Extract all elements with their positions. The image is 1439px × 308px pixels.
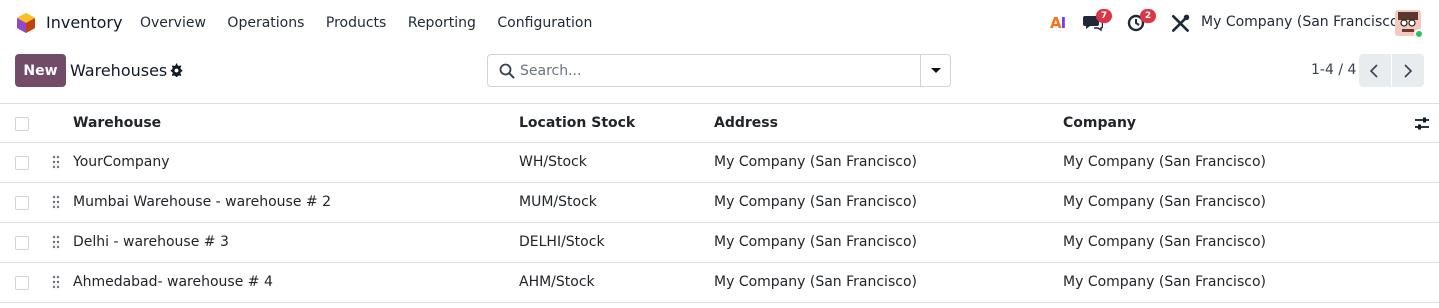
pager-next-button[interactable] — [1392, 54, 1424, 87]
cell-address: My Company (San Francisco) — [714, 274, 917, 290]
cell-location-stock: MUM/Stock — [519, 194, 597, 210]
cell-address: My Company (San Francisco) — [714, 234, 917, 250]
row-checkbox[interactable] — [15, 236, 29, 250]
drag-handle-icon[interactable] — [52, 154, 60, 170]
chevron-left-icon — [1369, 64, 1378, 78]
pager-previous-button[interactable] — [1359, 54, 1391, 87]
row-checkbox[interactable] — [15, 196, 29, 210]
search-bar — [487, 54, 951, 87]
cell-warehouse: Delhi - warehouse # 3 — [73, 234, 229, 250]
optional-columns-icon[interactable] — [1414, 116, 1430, 132]
cell-company: My Company (San Francisco) — [1063, 194, 1266, 210]
menu-overview[interactable]: Overview — [140, 15, 206, 31]
menu-products[interactable]: Products — [326, 15, 386, 31]
tools-icon[interactable] — [1170, 13, 1192, 35]
warehouse-table: Warehouse Location Stock Address Company… — [0, 103, 1439, 303]
cell-address: My Company (San Francisco) — [714, 194, 917, 210]
company-switcher[interactable]: My Company (San Francisco) — [1201, 14, 1404, 30]
cell-company: My Company (San Francisco) — [1063, 234, 1266, 250]
drag-handle-icon[interactable] — [52, 194, 60, 210]
app-name[interactable]: Inventory — [46, 13, 122, 32]
search-options-toggle[interactable] — [920, 55, 950, 86]
table-row[interactable]: Delhi - warehouse # 3 DELHI/Stock My Com… — [0, 223, 1439, 263]
online-status-dot — [1414, 29, 1424, 39]
cell-warehouse: Ahmedabad- warehouse # 4 — [73, 274, 273, 290]
cell-location-stock: WH/Stock — [519, 154, 587, 170]
table-header-row: Warehouse Location Stock Address Company — [0, 103, 1439, 143]
cell-warehouse: Mumbai Warehouse - warehouse # 2 — [73, 194, 332, 210]
column-header-warehouse[interactable]: Warehouse — [73, 115, 161, 131]
menu-operations[interactable]: Operations — [227, 15, 304, 31]
row-checkbox[interactable] — [15, 276, 29, 290]
table-row[interactable]: YourCompany WH/Stock My Company (San Fra… — [0, 143, 1439, 183]
activities-button[interactable]: 2 — [1127, 9, 1156, 34]
table-row[interactable]: Ahmedabad- warehouse # 4 AHM/Stock My Co… — [0, 263, 1439, 303]
cell-location-stock: DELHI/Stock — [519, 234, 605, 250]
messages-button[interactable]: 7 — [1083, 9, 1112, 34]
column-header-company[interactable]: Company — [1063, 115, 1136, 131]
messages-badge: 7 — [1096, 9, 1112, 23]
main-menu: Overview Operations Products Reporting C… — [140, 15, 614, 31]
cell-location-stock: AHM/Stock — [519, 274, 595, 290]
search-input[interactable] — [520, 56, 920, 85]
activities-badge: 2 — [1140, 9, 1156, 23]
ai-icon[interactable]: AI — [1050, 14, 1066, 32]
chevron-right-icon — [1404, 64, 1413, 78]
pager-value[interactable]: 1-4 / 4 — [1311, 62, 1356, 78]
table-row[interactable]: Mumbai Warehouse - warehouse # 2 MUM/Sto… — [0, 183, 1439, 223]
column-header-address[interactable]: Address — [714, 115, 778, 131]
menu-reporting[interactable]: Reporting — [408, 15, 476, 31]
cell-address: My Company (San Francisco) — [714, 154, 917, 170]
select-all-checkbox[interactable] — [15, 117, 29, 131]
cell-company: My Company (San Francisco) — [1063, 274, 1266, 290]
inventory-app-icon[interactable] — [15, 12, 37, 34]
gear-icon[interactable] — [169, 63, 183, 77]
caret-down-icon — [931, 68, 941, 73]
column-header-location-stock[interactable]: Location Stock — [519, 115, 635, 131]
drag-handle-icon[interactable] — [52, 274, 60, 290]
row-checkbox[interactable] — [15, 156, 29, 170]
search-icon — [499, 63, 515, 79]
user-avatar[interactable] — [1395, 10, 1424, 39]
cell-warehouse: YourCompany — [73, 154, 170, 170]
menu-configuration[interactable]: Configuration — [497, 15, 592, 31]
drag-handle-icon[interactable] — [52, 234, 60, 250]
new-button[interactable]: New — [15, 54, 66, 87]
page-title: Warehouses — [70, 61, 168, 80]
top-navbar: Inventory Overview Operations Products R… — [0, 0, 1439, 46]
cell-company: My Company (San Francisco) — [1063, 154, 1266, 170]
